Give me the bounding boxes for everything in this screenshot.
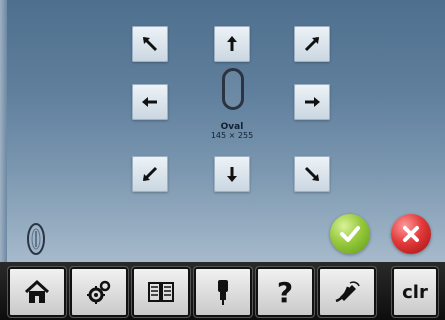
hoop-size-label: 145 × 255 xyxy=(210,131,254,140)
clear-label: clr xyxy=(402,281,428,303)
hoop-move-screen: Oval 145 × 255 xyxy=(0,0,445,262)
arrow-up-right-icon xyxy=(304,36,320,52)
home-icon xyxy=(24,279,50,303)
tutorial-button[interactable] xyxy=(132,267,190,317)
arrow-down-right-icon xyxy=(304,166,320,182)
move-down-button[interactable] xyxy=(214,156,250,192)
move-up-left-button[interactable] xyxy=(132,26,168,62)
settings-gears-icon xyxy=(87,280,111,304)
close-icon xyxy=(403,226,419,242)
tutorial-book-icon xyxy=(148,282,174,302)
arrow-down-icon xyxy=(227,167,237,182)
move-left-button[interactable] xyxy=(132,84,168,120)
arrow-up-icon xyxy=(227,36,237,51)
arrow-right-icon xyxy=(305,97,320,107)
eco-mode-icon xyxy=(335,281,360,303)
clear-button[interactable]: clr xyxy=(392,267,438,317)
cancel-button[interactable] xyxy=(391,214,431,254)
needle-info-icon xyxy=(218,280,228,305)
move-down-left-button[interactable] xyxy=(132,156,168,192)
checkmark-icon xyxy=(340,226,360,242)
move-right-button[interactable] xyxy=(294,84,330,120)
confirm-button[interactable] xyxy=(330,214,370,254)
arrow-up-left-icon xyxy=(142,36,158,52)
settings-button[interactable] xyxy=(70,267,128,317)
move-up-right-button[interactable] xyxy=(294,26,330,62)
needle-info-button[interactable] xyxy=(194,267,252,317)
help-button[interactable]: ? xyxy=(256,267,314,317)
move-down-right-button[interactable] xyxy=(294,156,330,192)
move-up-button[interactable] xyxy=(214,26,250,62)
home-button[interactable] xyxy=(8,267,66,317)
hoop-position-icon xyxy=(27,223,45,255)
help-icon: ? xyxy=(276,275,294,309)
arrow-left-icon xyxy=(142,97,157,107)
arrow-down-left-icon xyxy=(142,166,158,182)
hoop-center-icon xyxy=(222,68,244,110)
eco-button[interactable] xyxy=(318,267,376,317)
